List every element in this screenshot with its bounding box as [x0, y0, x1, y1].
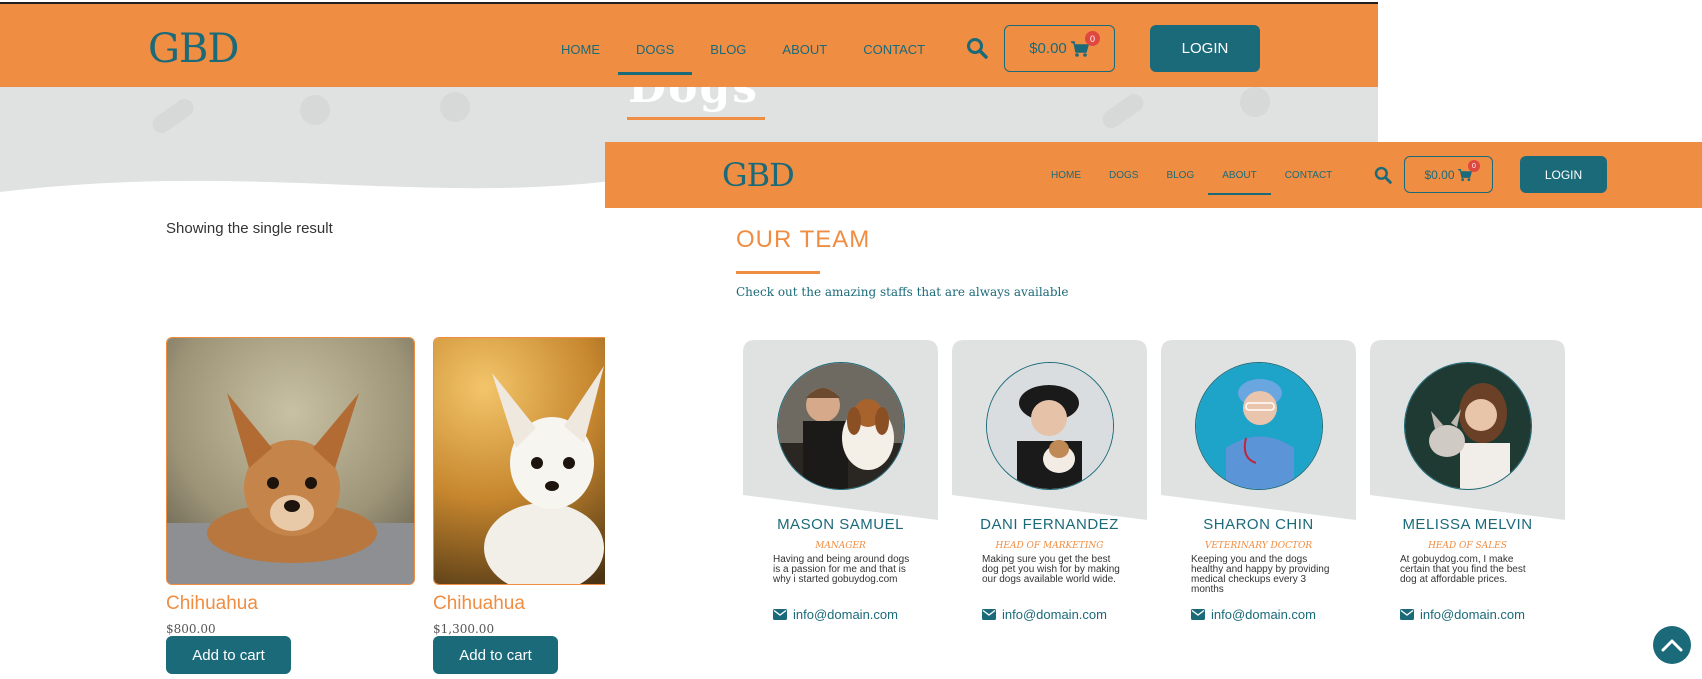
- member-email-text[interactable]: info@domain.com: [1420, 607, 1525, 622]
- paw-decoration: [1240, 87, 1270, 117]
- team-subtitle: Check out the amazing staffs that are al…: [736, 285, 1069, 299]
- member-photo: [986, 362, 1114, 490]
- nav-about[interactable]: ABOUT: [1208, 170, 1272, 195]
- team-title-underline: [736, 271, 820, 274]
- team-member-card: DANI FERNANDEZ HEAD OF MARKETING Making …: [952, 340, 1147, 660]
- search-icon[interactable]: [966, 37, 988, 59]
- team-member-card: MELISSA MELVIN HEAD OF SALES At gobuydog…: [1370, 340, 1565, 660]
- site-logo[interactable]: GBD: [722, 156, 795, 194]
- member-description: Having and being around dogs is a passio…: [773, 554, 910, 585]
- product-name[interactable]: Chihuahua: [166, 593, 258, 615]
- cart-button[interactable]: $0.00 0: [1004, 25, 1115, 72]
- team-member-card: MASON SAMUEL MANAGER Having and being ar…: [743, 340, 938, 660]
- paw-decoration: [440, 92, 470, 122]
- member-role: MANAGER: [815, 541, 866, 551]
- hero-title-underline: [627, 117, 765, 120]
- woman-with-dog-photo: [987, 363, 1113, 489]
- member-role: HEAD OF SALES: [1428, 541, 1507, 551]
- scroll-to-top-button[interactable]: [1653, 626, 1691, 664]
- nav-contact[interactable]: CONTACT: [1285, 170, 1333, 181]
- nav-dogs[interactable]: DOGS: [1109, 170, 1138, 181]
- doctor-photo: [1196, 363, 1322, 489]
- cart-count-badge: 0: [1468, 160, 1480, 172]
- add-to-cart-button[interactable]: Add to cart: [166, 636, 291, 674]
- login-button[interactable]: LOGIN: [1520, 156, 1607, 193]
- member-name: SHARON CHIN: [1203, 516, 1314, 533]
- result-count: Showing the single result: [166, 220, 333, 237]
- member-name: MELISSA MELVIN: [1402, 516, 1533, 533]
- member-email-text[interactable]: info@domain.com: [1211, 607, 1316, 622]
- member-name: MASON SAMUEL: [777, 516, 904, 533]
- member-description: At gobuydog.com, I make certain that you…: [1400, 554, 1526, 585]
- nav-blog[interactable]: BLOG: [710, 42, 746, 57]
- member-email-text[interactable]: info@domain.com: [1002, 607, 1107, 622]
- team-member-card: SHARON CHIN VETERINARY DOCTOR Keeping yo…: [1161, 340, 1356, 660]
- login-button[interactable]: LOGIN: [1150, 25, 1260, 72]
- site-logo[interactable]: GBD: [148, 26, 239, 72]
- envelope-icon: [1400, 609, 1414, 620]
- member-photo: [777, 362, 905, 490]
- cart-total: $0.00: [1029, 40, 1067, 57]
- member-email-text[interactable]: info@domain.com: [793, 607, 898, 622]
- member-email[interactable]: info@domain.com: [1400, 607, 1525, 622]
- nav-home[interactable]: HOME: [561, 42, 600, 57]
- main-nav: HOME DOGS BLOG ABOUT CONTACT: [1051, 170, 1360, 195]
- woman-with-puppy-photo: [1405, 363, 1531, 489]
- header-bar: GBD HOME DOGS BLOG ABOUT CONTACT $0.00 0…: [0, 2, 1378, 87]
- envelope-icon: [982, 609, 996, 620]
- cart-count-badge: 0: [1085, 31, 1100, 46]
- search-icon[interactable]: [1374, 166, 1392, 184]
- about-team-page: GBD HOME DOGS BLOG ABOUT CONTACT $0.00 0…: [605, 142, 1702, 679]
- product-name[interactable]: Chihuahua: [433, 593, 525, 615]
- paw-decoration: [300, 95, 330, 125]
- member-email[interactable]: info@domain.com: [1191, 607, 1316, 622]
- header-bar: GBD HOME DOGS BLOG ABOUT CONTACT $0.00 0…: [605, 142, 1702, 208]
- member-email[interactable]: info@domain.com: [982, 607, 1107, 622]
- member-description: Making sure you get the best dog pet you…: [982, 554, 1120, 585]
- nav-blog[interactable]: BLOG: [1166, 170, 1194, 181]
- team-section-title: OUR TEAM: [736, 226, 871, 253]
- add-to-cart-button[interactable]: Add to cart: [433, 636, 558, 674]
- member-description: Keeping you and the dogs healthy and hap…: [1191, 554, 1330, 595]
- member-photo: [1195, 362, 1323, 490]
- chevron-up-icon: [1661, 639, 1683, 652]
- nav-dogs[interactable]: DOGS: [617, 42, 693, 75]
- product-image[interactable]: [166, 337, 415, 585]
- member-name: DANI FERNANDEZ: [980, 516, 1119, 533]
- main-nav: HOME DOGS BLOG ABOUT CONTACT: [561, 42, 961, 75]
- cart-button[interactable]: $0.00 0: [1404, 156, 1493, 193]
- member-email[interactable]: info@domain.com: [773, 607, 898, 622]
- envelope-icon: [1191, 609, 1205, 620]
- nav-contact[interactable]: CONTACT: [863, 42, 925, 57]
- bone-decoration: [1098, 90, 1148, 132]
- product-price: $1,300.00: [433, 622, 495, 636]
- member-role: VETERINARY DOCTOR: [1204, 541, 1313, 551]
- man-with-dog-photo: [778, 363, 904, 489]
- nav-home[interactable]: HOME: [1051, 170, 1081, 181]
- envelope-icon: [773, 609, 787, 620]
- member-role: HEAD OF MARKETING: [995, 541, 1104, 551]
- member-photo: [1404, 362, 1532, 490]
- bone-decoration: [148, 95, 198, 137]
- product-price: $800.00: [166, 622, 216, 636]
- cart-total: $0.00: [1424, 167, 1455, 182]
- chihuahua-brown-photo: [167, 338, 414, 584]
- nav-about[interactable]: ABOUT: [782, 42, 827, 57]
